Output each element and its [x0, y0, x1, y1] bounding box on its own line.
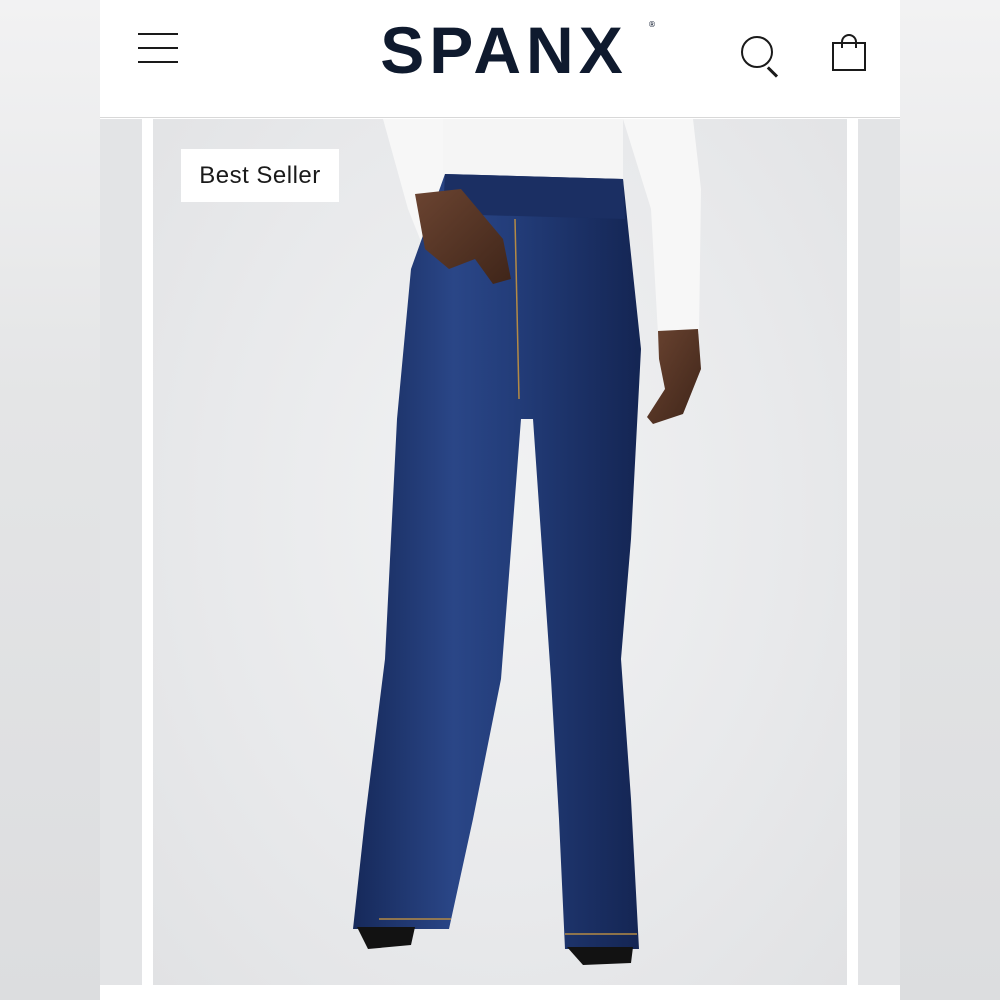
- jeans: [353, 174, 641, 949]
- mobile-screen: SPANX ® Best Seller: [100, 0, 900, 1000]
- hamburger-menu-icon[interactable]: [138, 30, 180, 66]
- bottom-edge: [100, 985, 900, 1000]
- left-shoe: [357, 927, 415, 949]
- product-image[interactable]: Best Seller: [153, 119, 847, 985]
- blurred-backdrop-right: [900, 0, 1000, 1000]
- blurred-backdrop-left: [0, 0, 100, 1000]
- brand-logo[interactable]: SPANX: [344, 10, 664, 90]
- right-hand: [647, 329, 701, 424]
- registered-mark: ®: [648, 20, 656, 29]
- jeans-model-illustration: [353, 119, 701, 965]
- site-header: SPANX ®: [100, 0, 900, 118]
- previous-image-peek[interactable]: [100, 119, 142, 985]
- right-shoe: [567, 947, 633, 965]
- next-image-peek[interactable]: [858, 119, 900, 985]
- best-seller-badge: Best Seller: [181, 149, 339, 202]
- product-image-carousel[interactable]: Best Seller: [100, 119, 900, 985]
- shopping-bag-icon[interactable]: [830, 32, 870, 74]
- top-torso: [443, 119, 623, 179]
- search-icon[interactable]: [738, 34, 784, 80]
